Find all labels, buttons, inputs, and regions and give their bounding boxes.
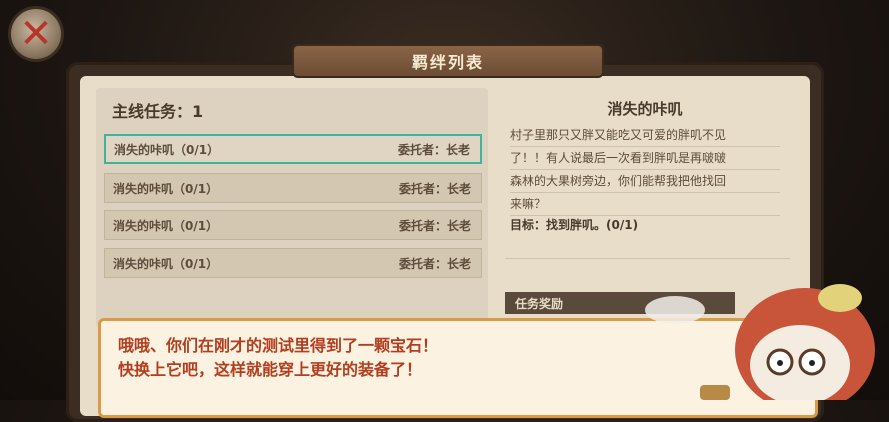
divider (505, 258, 790, 259)
description-line: 来嘛？ (510, 193, 780, 216)
quest-row-1[interactable]: 消失的咔叽（0/1） 委托者：长老 (104, 134, 482, 164)
quest-giver: 委托者：长老 (398, 218, 471, 233)
npc-pipe (700, 385, 730, 400)
elder-npc-icon (645, 284, 875, 400)
quest-list-area (96, 88, 488, 328)
quest-name: 消失的咔叽（0/1） (113, 181, 219, 196)
quest-row-3[interactable]: 消失的咔叽（0/1） 委托者：长老 (104, 210, 482, 240)
description-line: 森林的大果树旁边，你们能帮我把他找回 (510, 170, 780, 193)
quest-giver: 委托者：长老 (398, 256, 471, 271)
quest-detail-title: 消失的咔叽 (607, 100, 683, 118)
close-icon: ✕ (19, 11, 53, 57)
quest-row-4[interactable]: 消失的咔叽（0/1） 委托者：长老 (104, 248, 482, 278)
dialog-line: 哦哦、你们在刚才的测试里得到了一颗宝石！ (118, 336, 439, 355)
quest-description: 村子里那只又胖又能吃又可爱的胖叽不见 了！！有人说最后一次看到胖叽是再啵啵 森林… (510, 124, 780, 216)
title-plate: 羁绊列表 (292, 44, 604, 78)
quest-giver: 委托者：长老 (398, 181, 471, 196)
quest-giver: 委托者：长老 (397, 142, 470, 157)
description-line: 村子里那只又胖又能吃又可爱的胖叽不见 (510, 124, 780, 147)
description-line: 了！！有人说最后一次看到胖叽是再啵啵 (510, 147, 780, 170)
page-title: 羁绊列表 (411, 53, 484, 72)
quest-name: 消失的咔叽（0/1） (114, 142, 220, 157)
close-button[interactable]: ✕ (8, 6, 64, 62)
quest-name: 消失的咔叽（0/1） (113, 256, 219, 271)
quest-list-header: 主线任务：1 (112, 102, 204, 121)
smoke-puff (645, 296, 705, 324)
dialog-text: 哦哦、你们在刚才的测试里得到了一颗宝石！ 快换上它吧，这样就能穿上更好的装备了！ (118, 334, 438, 382)
dialog-line: 快换上它吧，这样就能穿上更好的装备了！ (118, 360, 423, 379)
quest-row-2[interactable]: 消失的咔叽（0/1） 委托者：长老 (104, 173, 482, 203)
npc-mushroom (818, 284, 862, 312)
quest-goal: 目标：找到胖叽。(0/1) (510, 218, 639, 232)
quest-name: 消失的咔叽（0/1） (113, 218, 219, 233)
reward-label: 任务奖励 (515, 296, 564, 311)
